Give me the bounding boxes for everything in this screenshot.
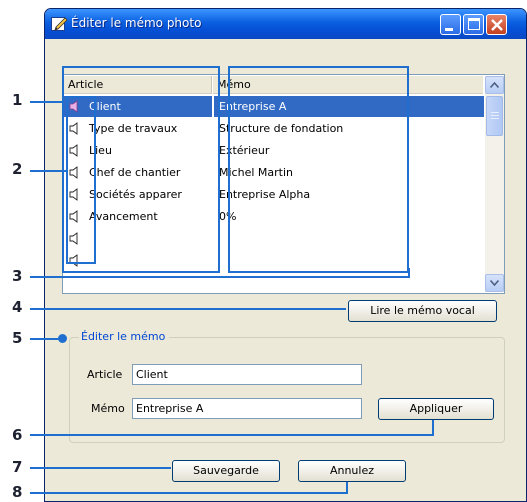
- edit-pencil-icon: [51, 17, 68, 31]
- article-field[interactable]: [132, 364, 362, 385]
- callout-line-3: [30, 276, 410, 278]
- callout-line-8: [30, 492, 348, 494]
- maximize-button[interactable]: [463, 14, 484, 35]
- chevron-up-icon: [490, 82, 499, 88]
- save-button[interactable]: Sauvegarde: [172, 460, 280, 482]
- callout-box-speaker-icons: [66, 96, 96, 264]
- scroll-up-button[interactable]: [485, 76, 504, 94]
- callout-number-6: 6: [12, 426, 23, 444]
- minimize-icon: [445, 28, 453, 31]
- apply-button[interactable]: Appliquer: [378, 398, 494, 420]
- callout-number-4: 4: [12, 298, 23, 316]
- window-title: Éditer le mémo photo: [71, 16, 202, 30]
- edit-memo-group-title: Éditer le mémo: [79, 330, 170, 343]
- callout-number-5: 5: [12, 329, 23, 347]
- vertical-scrollbar[interactable]: [485, 76, 504, 292]
- callout-line-7: [30, 467, 171, 469]
- callout-line-6: [30, 434, 434, 436]
- callout-line-6: [432, 420, 434, 436]
- memo-label: Mémo: [91, 402, 125, 415]
- callout-dot-5: [58, 334, 67, 343]
- scroll-thumb[interactable]: [486, 96, 503, 136]
- chevron-down-icon: [490, 280, 499, 286]
- article-label: Article: [87, 368, 123, 381]
- callout-line-8: [346, 482, 348, 494]
- callout-number-3: 3: [12, 267, 23, 285]
- callout-number-2: 2: [12, 160, 23, 178]
- close-icon: [491, 19, 503, 31]
- callout-number-7: 7: [12, 458, 23, 476]
- minimize-button[interactable]: [440, 14, 461, 35]
- callout-box-memo-column: [228, 66, 409, 273]
- title-bar[interactable]: Éditer le mémo photo: [45, 9, 526, 39]
- callout-line-1: [30, 101, 62, 103]
- callout-number-1: 1: [12, 91, 23, 109]
- callout-line-4: [30, 308, 346, 310]
- edit-memo-groupbox: [69, 337, 505, 443]
- memo-field[interactable]: [132, 398, 362, 419]
- play-voice-memo-button[interactable]: Lire le mémo vocal: [348, 300, 497, 322]
- close-button[interactable]: [486, 14, 507, 35]
- callout-number-8: 8: [12, 483, 23, 501]
- callout-line-3: [408, 268, 410, 278]
- cancel-button[interactable]: Annulez: [298, 460, 406, 482]
- maximize-icon: [468, 18, 480, 30]
- callout-line-2: [30, 170, 66, 172]
- scroll-down-button[interactable]: [485, 274, 504, 292]
